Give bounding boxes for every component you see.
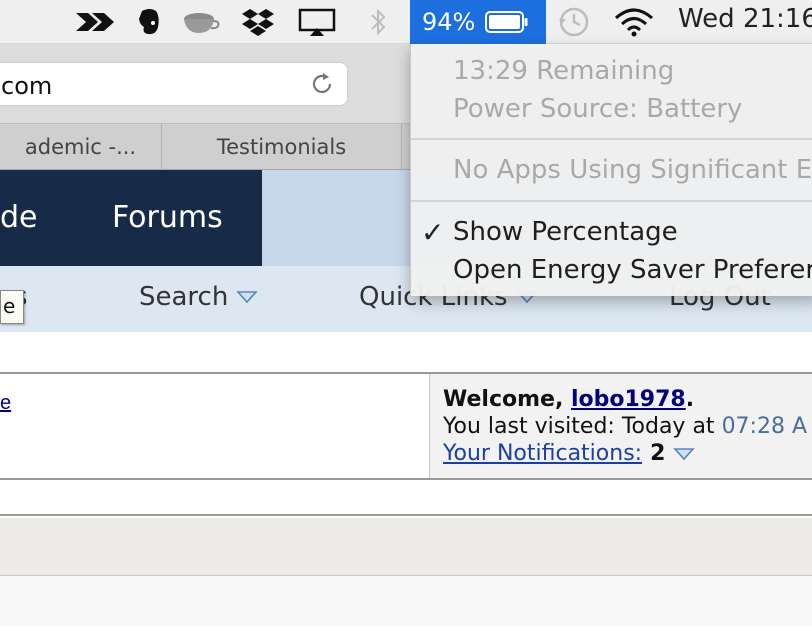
welcome-line: Welcome, lobo1978. xyxy=(443,386,807,413)
left-cell-link[interactable]: e xyxy=(0,392,11,415)
time-machine-icon[interactable] xyxy=(556,6,592,38)
content-bar xyxy=(0,518,812,576)
subnav-search[interactable]: Search xyxy=(139,282,259,312)
bluetooth-icon[interactable] xyxy=(366,6,390,38)
reload-icon[interactable] xyxy=(309,71,335,97)
dropdown-triangle-icon[interactable] xyxy=(673,447,696,461)
bookmark-testimonials[interactable]: Testimonials xyxy=(162,124,402,170)
menu-separator xyxy=(411,200,812,202)
battery-remaining: 13:29 Remaining xyxy=(453,56,675,86)
nav-tab-forums[interactable]: Forums xyxy=(112,200,223,235)
show-percentage-item[interactable]: Show Percentage xyxy=(453,217,678,247)
dropbox-icon[interactable] xyxy=(240,6,276,38)
welcome-prefix: Welcome, xyxy=(443,387,571,412)
no-apps-item: No Apps Using Significant E xyxy=(453,155,812,185)
menubar-clock[interactable]: Wed 21:16 xyxy=(678,4,812,34)
address-bar[interactable]: com xyxy=(0,62,348,106)
arrows-icon[interactable] xyxy=(74,6,118,38)
battery-percent: 94% xyxy=(422,8,476,36)
username-link[interactable]: lobo1978 xyxy=(571,387,686,412)
welcome-left-cell: e xyxy=(0,374,430,478)
notifications-link[interactable]: Your Notifications: xyxy=(443,440,642,467)
menu-separator xyxy=(411,138,812,140)
battery-menu: 13:29 Remaining Power Source: Battery No… xyxy=(410,44,812,296)
dropdown-triangle-icon xyxy=(236,291,259,304)
last-visited-line: You last visited: Today at 07:28 A xyxy=(443,413,807,440)
wifi-icon[interactable] xyxy=(612,6,656,38)
url-text: com xyxy=(1,72,53,100)
evernote-icon[interactable] xyxy=(134,6,164,38)
content-spacer xyxy=(0,332,812,372)
search-label: Search xyxy=(139,282,229,312)
checkmark-icon: ✓ xyxy=(421,217,445,248)
tooltip: e xyxy=(0,290,24,324)
welcome-panel: e Welcome, lobo1978. You last visited: T… xyxy=(0,372,812,480)
notifications-line: Your Notifications: 2 xyxy=(443,440,807,467)
nav-tab-guide[interactable]: de xyxy=(0,200,38,235)
cup-icon[interactable] xyxy=(180,6,222,38)
notifications-count: 2 xyxy=(650,441,666,466)
menu-bar: 94% Wed 21:16 xyxy=(0,0,812,44)
content-bottom xyxy=(0,577,812,626)
battery-status-item[interactable]: 94% xyxy=(410,0,546,44)
bookmark-academic[interactable]: ademic -... xyxy=(0,124,162,170)
power-source: Power Source: Battery xyxy=(453,94,743,124)
energy-saver-item[interactable]: Open Energy Saver Preferer xyxy=(453,255,812,285)
welcome-suffix: . xyxy=(685,387,695,412)
last-visited-time: 07:28 A xyxy=(721,414,808,439)
welcome-box: Welcome, lobo1978. You last visited: Tod… xyxy=(443,386,807,467)
airplay-icon[interactable] xyxy=(296,6,338,38)
content-strip xyxy=(0,480,812,516)
last-visited-label: You last visited: Today at xyxy=(443,414,715,439)
forum-nav-tabs: de Forums xyxy=(0,170,262,266)
battery-icon xyxy=(485,11,529,33)
